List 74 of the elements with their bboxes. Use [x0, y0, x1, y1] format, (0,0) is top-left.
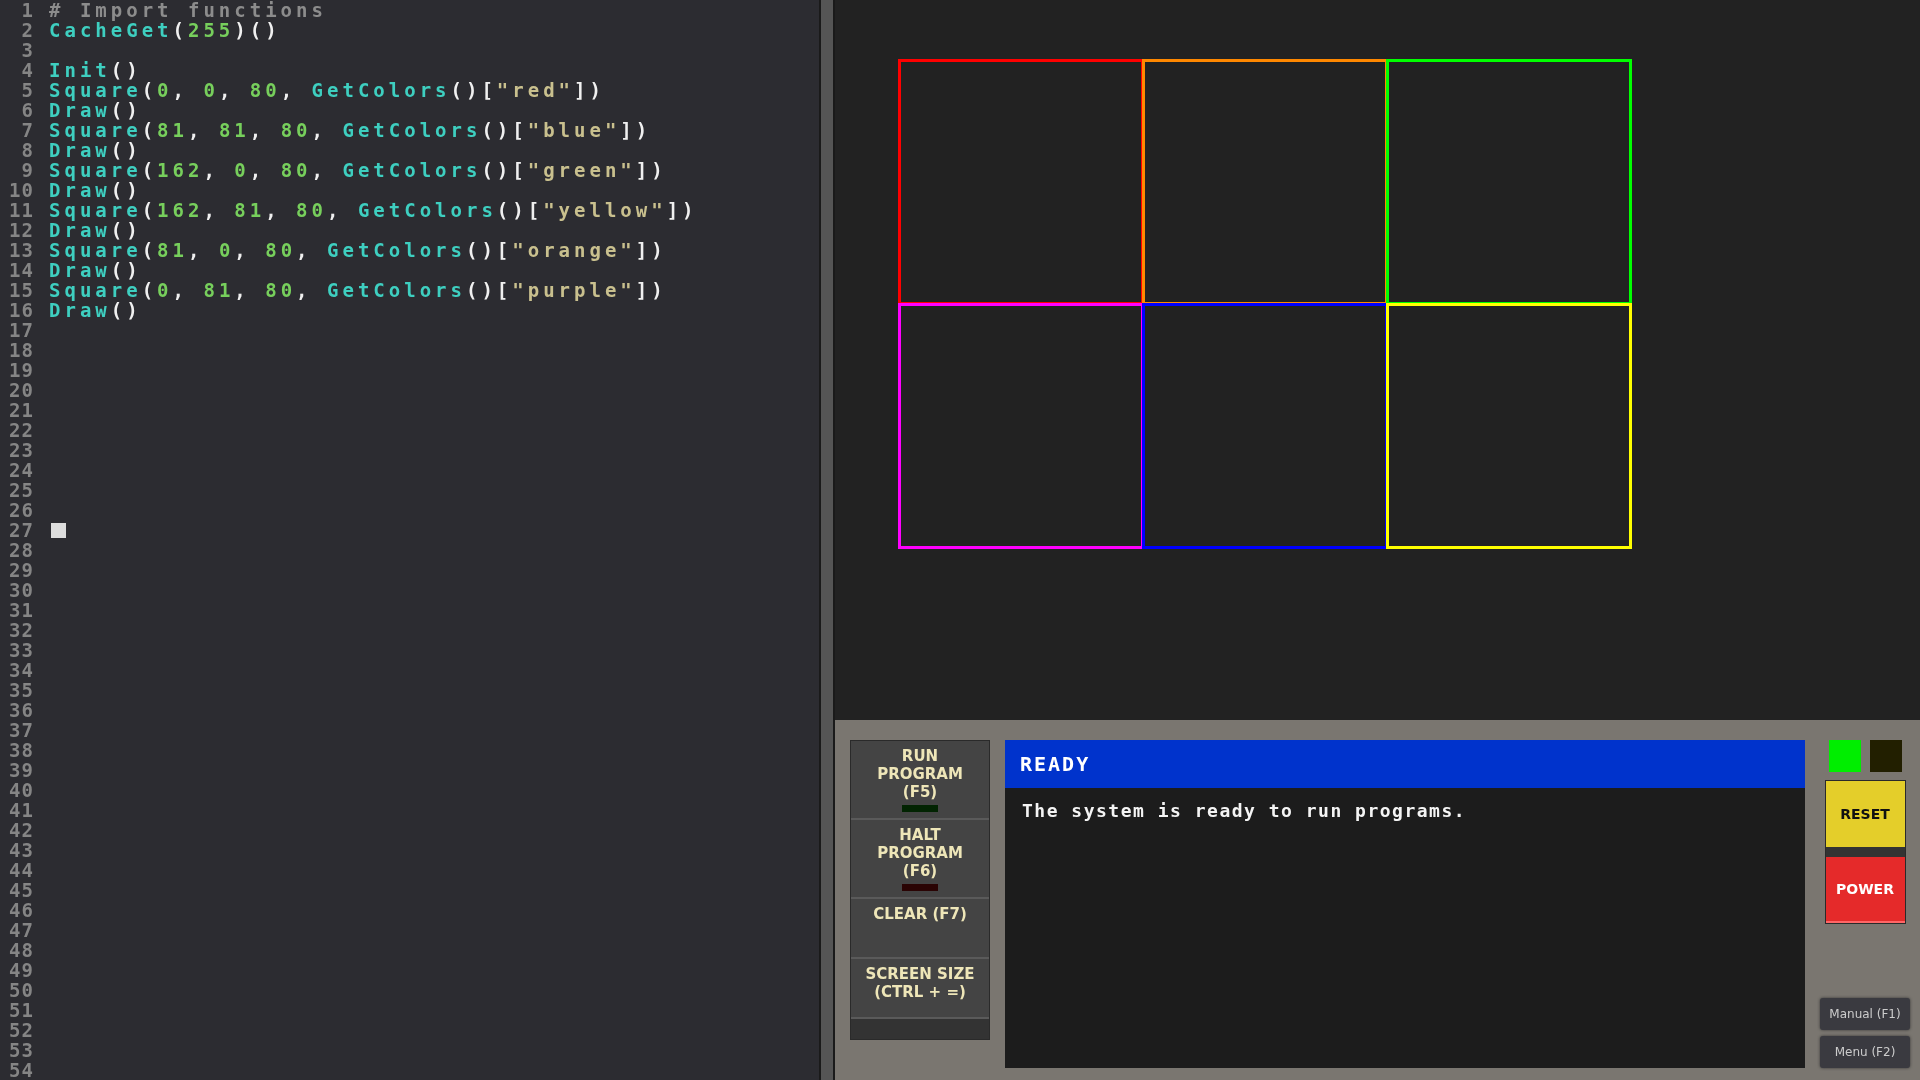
line-number: 8 — [20, 139, 34, 161]
line-number: 35 — [8, 679, 34, 701]
line-number: 1 — [20, 0, 34, 21]
code-line: Square(81, 81, 80, GetColors()["blue"]) — [49, 119, 652, 141]
line-number: 13 — [8, 239, 34, 261]
line-number: 22 — [8, 419, 34, 441]
code-editor[interactable] — [0, 0, 820, 1080]
line-number: 24 — [8, 459, 34, 481]
line-number: 21 — [8, 399, 34, 421]
line-number: 30 — [8, 579, 34, 601]
line-number: 45 — [8, 879, 34, 901]
line-number: 48 — [8, 939, 34, 961]
line-number: 29 — [8, 559, 34, 581]
line-number: 25 — [8, 479, 34, 501]
line-number: 38 — [8, 739, 34, 761]
line-number: 3 — [20, 39, 34, 61]
line-number: 36 — [8, 699, 34, 721]
line-number: 12 — [8, 219, 34, 241]
line-number: 44 — [8, 859, 34, 881]
line-number: 40 — [8, 779, 34, 801]
line-number: 26 — [8, 499, 34, 521]
line-number: 33 — [8, 639, 34, 661]
line-number: 17 — [8, 319, 34, 341]
control-button[interactable]: RUN PROGRAM (F5) — [851, 741, 989, 820]
line-number: 4 — [20, 59, 34, 81]
reset-button[interactable]: RESET — [1825, 781, 1905, 847]
control-button[interactable]: SCREEN SIZE (CTRL + =) — [851, 959, 989, 1019]
line-number: 28 — [8, 539, 34, 561]
menu-button[interactable]: Menu (F2) — [1820, 1036, 1910, 1068]
control-button[interactable]: CLEAR (F7) — [851, 899, 989, 959]
line-number: 46 — [8, 899, 34, 921]
line-number: 18 — [8, 339, 34, 361]
line-number: 49 — [8, 959, 34, 981]
control-button[interactable]: HALT PROGRAM (F6) — [851, 820, 989, 899]
line-number: 50 — [8, 979, 34, 1001]
line-number: 53 — [8, 1039, 34, 1061]
line-number: 10 — [8, 179, 34, 201]
line-number: 34 — [8, 659, 34, 681]
scrollbar[interactable] — [819, 0, 835, 1080]
line-number: 47 — [8, 919, 34, 941]
line-number: 14 — [8, 259, 34, 281]
line-number: 23 — [8, 439, 34, 461]
line-number: 54 — [8, 1059, 34, 1080]
console-title: READY — [1005, 740, 1805, 788]
line-number: 6 — [20, 99, 34, 121]
line-number: 41 — [8, 799, 34, 821]
line-number: 37 — [8, 719, 34, 741]
line-number: 7 — [20, 119, 34, 141]
code-line: Init() — [49, 59, 142, 81]
line-number: 16 — [8, 299, 34, 321]
line-number: 31 — [8, 599, 34, 621]
line-number: 20 — [8, 379, 34, 401]
line-number: 15 — [8, 279, 34, 301]
code-line: # Import functions — [49, 0, 327, 21]
line-number: 5 — [20, 79, 34, 101]
line-number: 27 — [8, 519, 34, 541]
console-message: The system is ready to run programs. — [1021, 799, 1468, 823]
line-number: 43 — [8, 839, 34, 861]
line-number: 2 — [20, 19, 34, 41]
line-number: 51 — [8, 999, 34, 1021]
line-number: 32 — [8, 619, 34, 641]
menu-button[interactable]: Manual (F1) — [1820, 998, 1910, 1030]
line-number: 9 — [20, 159, 34, 181]
code-line: Square(0, 0, 80, GetColors()["red"]) — [49, 79, 605, 101]
code-line: Square(162, 0, 80, GetColors()["green"]) — [49, 159, 667, 181]
line-number: 42 — [8, 819, 34, 841]
code-line: Square(162, 81, 80, GetColors()["yellow"]) — [49, 199, 698, 221]
line-number: 19 — [8, 359, 34, 381]
power-button[interactable]: POWER — [1825, 857, 1905, 923]
line-number: 39 — [8, 759, 34, 781]
line-number: 52 — [8, 1019, 34, 1041]
line-number: 11 — [8, 199, 34, 221]
code-line: Square(0, 81, 80, GetColors()["purple"]) — [49, 279, 667, 301]
code-line: Square(81, 0, 80, GetColors()["orange"]) — [49, 239, 667, 261]
